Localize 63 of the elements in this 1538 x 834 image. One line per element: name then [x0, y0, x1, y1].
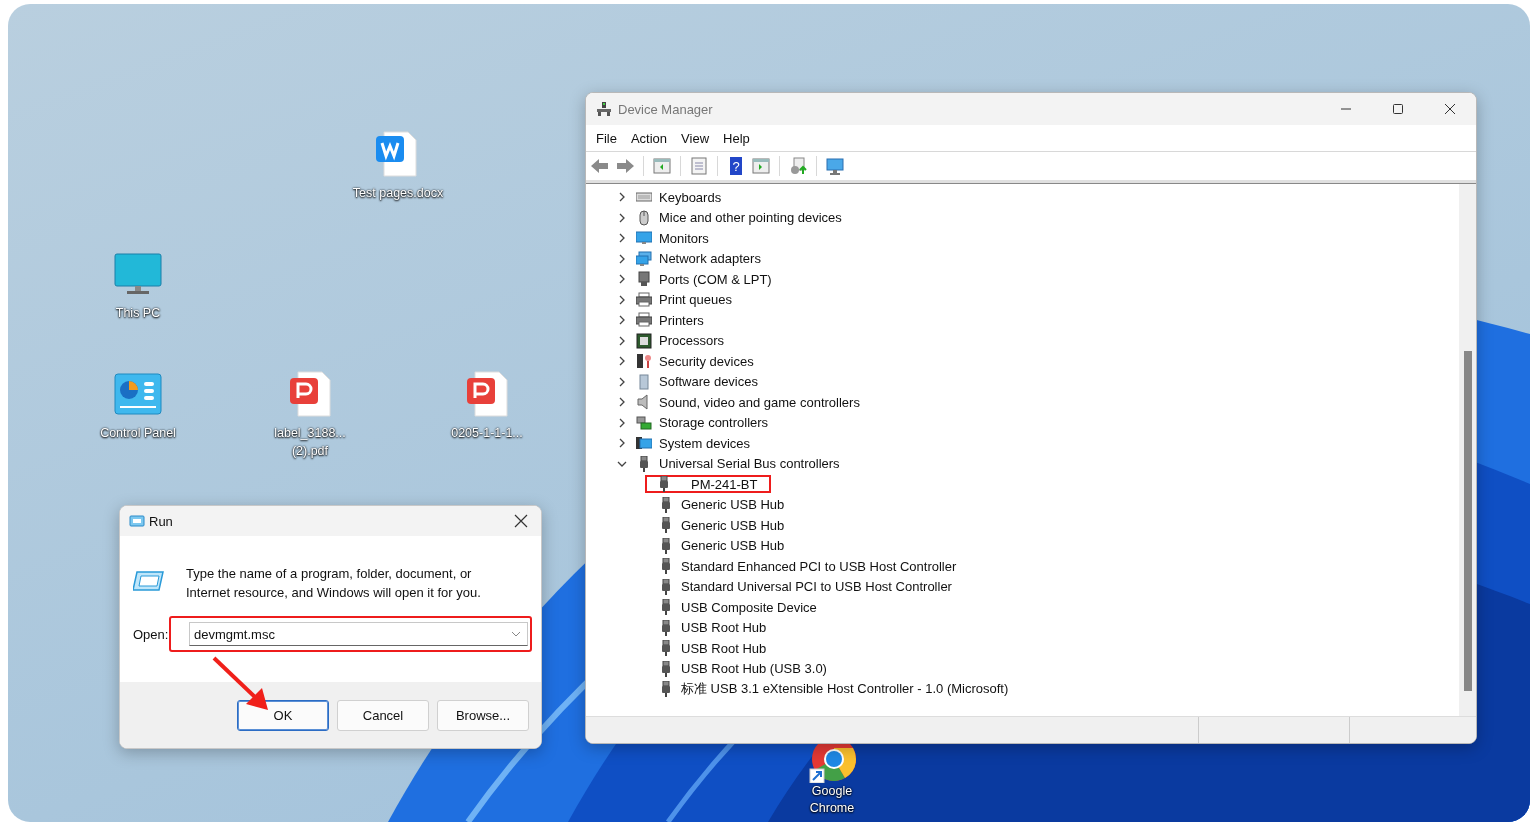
tree-item[interactable]: Network adapters — [659, 251, 761, 267]
close-icon[interactable] — [514, 514, 528, 528]
tree-item[interactable]: 标准 USB 3.1 eXtensible Host Controller - 1.0 (Microsoft) — [681, 680, 1009, 699]
control-panel-icon[interactable] — [114, 370, 162, 418]
tree-item[interactable]: Print queues — [659, 292, 732, 308]
tree-item[interactable]: System devices — [659, 435, 751, 451]
tree-item[interactable]: Ports (COM & LPT) — [659, 271, 772, 287]
tree-item[interactable]: USB Root Hub — [681, 620, 767, 636]
tree-item[interactable]: Universal Serial Bus controllers — [659, 456, 840, 472]
tree-item[interactable]: Generic USB Hub — [681, 538, 785, 554]
scrollbar-thumb[interactable] — [1463, 351, 1472, 691]
dialog-button[interactable]: Cancel — [337, 699, 429, 731]
printer-icon — [636, 291, 652, 308]
run-app-icon — [129, 515, 145, 527]
menu-item[interactable]: Help — [716, 130, 757, 146]
dialog-button[interactable]: OK — [237, 699, 329, 731]
dropdown-caret-icon[interactable] — [511, 631, 521, 637]
printer-icon — [636, 312, 652, 329]
device-manager-icon — [596, 101, 612, 117]
tree-item[interactable]: USB Composite Device — [681, 599, 817, 615]
back-arrow-icon[interactable] — [590, 156, 610, 176]
dialog-message: Type the name of a program, folder, document, or Internet resource, and Windows will open it for you. — [186, 565, 482, 602]
storage-controller-icon — [636, 414, 652, 431]
system-folder-icon — [636, 435, 652, 452]
tree-item[interactable]: Standard Universal PCI to USB Host Controller — [681, 579, 952, 595]
window-title: Device Manager — [618, 101, 713, 117]
tree-item[interactable]: USB Root Hub — [681, 640, 767, 656]
monitor-search-icon[interactable] — [825, 156, 845, 176]
dialog-button[interactable]: Browse... — [437, 699, 529, 731]
menu-item[interactable]: File — [589, 130, 624, 146]
forward-arrow-icon[interactable] — [615, 156, 635, 176]
command-combo-box[interactable]: devmgmt.msc — [189, 622, 528, 646]
menu-item[interactable]: Action — [623, 130, 675, 146]
maximize-icon[interactable] — [1392, 103, 1404, 115]
update-driver-icon[interactable] — [788, 156, 808, 176]
field-label: Open: — [133, 626, 169, 642]
tree-item[interactable]: Keyboards — [659, 189, 722, 205]
tree-item[interactable]: USB Root Hub (USB 3.0) — [681, 661, 827, 677]
scrollbar-track[interactable] — [1459, 184, 1476, 716]
port-connector-icon — [636, 271, 652, 288]
tree-item[interactable]: Generic USB Hub — [681, 517, 785, 533]
tree-item[interactable]: PM-241-BT — [691, 476, 758, 492]
tree-item[interactable]: Generic USB Hub — [681, 497, 785, 513]
tree-item[interactable]: Standard Enhanced PCI to USB Host Controller — [681, 558, 957, 574]
window-title: Run — [149, 513, 173, 529]
key-device-icon — [636, 353, 652, 370]
tree-item[interactable]: Software devices — [659, 374, 758, 390]
tree-item[interactable]: Monitors — [659, 230, 709, 246]
command-input-field[interactable]: devmgmt.msc — [190, 626, 511, 642]
tree-item[interactable]: Processors — [659, 333, 725, 349]
tree-item[interactable]: Sound, video and game controllers — [659, 394, 860, 410]
software-device-icon — [636, 373, 652, 390]
desktop-icon-label[interactable]: Google Chrome — [802, 783, 862, 817]
monitor-icon — [636, 230, 652, 247]
run-app-icon — [133, 570, 165, 592]
processor-chip-icon — [636, 332, 652, 349]
tree-item[interactable]: Printers — [659, 312, 704, 328]
network-monitor-icon — [636, 250, 652, 267]
close-icon[interactable] — [1444, 103, 1456, 115]
menu-item[interactable]: View — [674, 130, 717, 146]
tree-item[interactable]: Mice and other pointing devices — [659, 210, 842, 226]
tree-item[interactable]: Storage controllers — [659, 415, 769, 431]
tree-item[interactable]: Security devices — [659, 353, 754, 369]
